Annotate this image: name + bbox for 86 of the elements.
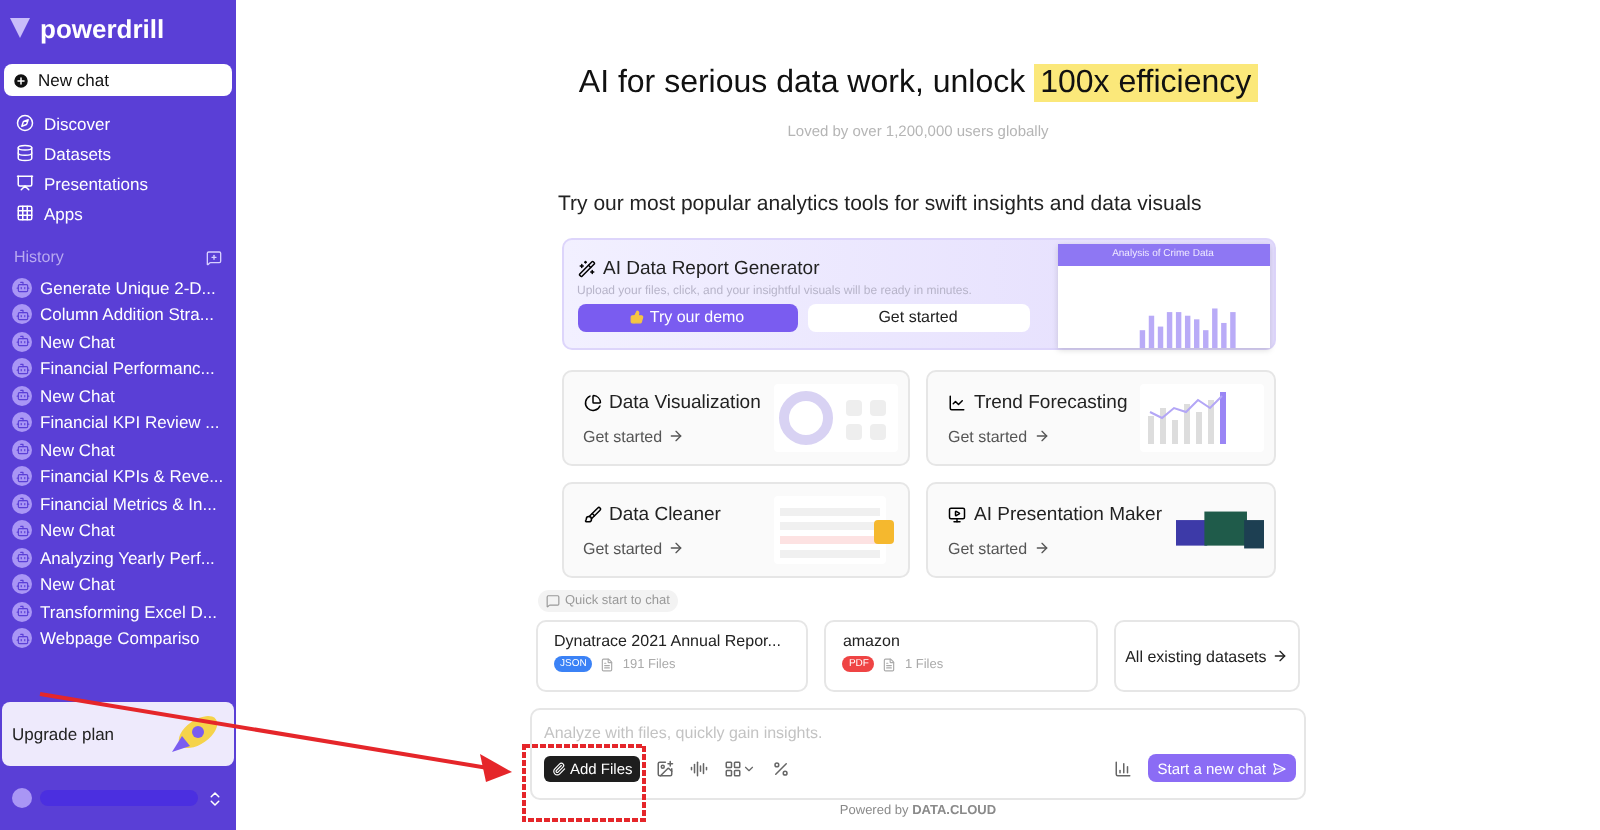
history-item[interactable]: Financial Metrics & In... bbox=[40, 493, 217, 514]
get-started-link[interactable]: Get started bbox=[583, 539, 721, 557]
nav-item[interactable]: Presentations bbox=[44, 173, 148, 193]
compass-icon bbox=[16, 114, 34, 132]
card-title: AI Presentation Maker bbox=[974, 503, 1162, 525]
presentation-icon bbox=[16, 174, 34, 192]
highlight-frame bbox=[522, 744, 646, 822]
user-avatar[interactable] bbox=[12, 788, 32, 808]
get-started-link[interactable]: Get started bbox=[583, 427, 761, 445]
card-title: Data Cleaner bbox=[609, 503, 721, 525]
paperclip-icon bbox=[552, 761, 566, 775]
bot-icon bbox=[12, 304, 32, 325]
history-item[interactable]: Generate Unique 2-D... bbox=[40, 277, 216, 298]
bot-icon bbox=[12, 331, 32, 352]
nav-item[interactable]: Discover bbox=[44, 113, 111, 133]
brush-icon bbox=[583, 505, 601, 523]
card-title: Trend Forecasting bbox=[974, 391, 1128, 413]
history-label: History bbox=[14, 248, 64, 266]
magic-wand-icon bbox=[577, 259, 595, 277]
bot-icon bbox=[12, 466, 32, 487]
get-started-button[interactable]: Get started bbox=[807, 303, 1029, 331]
history-item[interactable]: New Chat bbox=[40, 385, 115, 406]
thumbs-up-icon bbox=[629, 310, 644, 324]
history-item[interactable]: Financial KPI Review ... bbox=[40, 412, 220, 433]
dataset-name: Dynatrace 2021 Annual Repor... bbox=[554, 632, 783, 650]
all-datasets-link[interactable]: All existing datasets bbox=[1113, 620, 1300, 692]
tool-card[interactable]: Data Visualization Get started bbox=[561, 370, 910, 466]
bot-icon bbox=[12, 439, 32, 460]
history-item[interactable]: New Chat bbox=[40, 520, 115, 541]
history-item[interactable]: Column Addition Stra... bbox=[40, 304, 214, 325]
history-item[interactable]: Financial KPIs & Reve... bbox=[40, 466, 224, 487]
bot-icon bbox=[12, 385, 32, 406]
app-logo: powerdrill bbox=[40, 13, 165, 43]
chat-bubble-icon bbox=[545, 594, 559, 608]
card-title: AI Data Report Generator bbox=[603, 257, 820, 279]
arrow-right-icon bbox=[1033, 540, 1050, 556]
plus-icon bbox=[12, 71, 30, 89]
grid-dropdown-icon[interactable] bbox=[724, 759, 757, 777]
history-item[interactable]: New Chat bbox=[40, 439, 115, 460]
image-upload-icon[interactable] bbox=[656, 759, 675, 777]
history-item[interactable]: Analyzing Yearly Perf... bbox=[40, 547, 215, 568]
bot-icon bbox=[12, 277, 32, 298]
bot-icon bbox=[12, 493, 32, 514]
arrow-right-icon bbox=[1272, 648, 1289, 664]
get-started-link[interactable]: Get started bbox=[948, 539, 1162, 557]
bot-icon bbox=[12, 547, 32, 568]
percent-icon[interactable] bbox=[772, 759, 791, 777]
dataset-name: amazon bbox=[842, 632, 902, 650]
line-chart-icon bbox=[948, 393, 966, 411]
bot-icon bbox=[12, 628, 32, 649]
arrow-right-icon bbox=[668, 428, 685, 444]
pie-chart-icon bbox=[583, 393, 601, 411]
nav-item[interactable]: Datasets bbox=[44, 143, 112, 163]
logo-icon bbox=[8, 16, 32, 40]
nav-item[interactable]: Apps bbox=[44, 203, 83, 223]
history-item[interactable]: New Chat bbox=[40, 331, 115, 352]
bot-icon bbox=[12, 520, 32, 541]
history-item[interactable]: Webpage Compariso bbox=[40, 628, 200, 649]
database-icon bbox=[16, 144, 34, 162]
bot-icon bbox=[12, 412, 32, 433]
card-title: Data Visualization bbox=[609, 391, 761, 413]
history-item[interactable]: New Chat bbox=[40, 574, 115, 595]
section-title: Try our most popular analytics tools for swift insights and data visuals bbox=[558, 192, 1204, 216]
audio-icon[interactable] bbox=[690, 759, 709, 777]
bot-icon bbox=[12, 574, 32, 595]
tool-card[interactable]: AI Presentation Maker Get started bbox=[926, 482, 1275, 578]
get-started-link[interactable]: Get started bbox=[948, 427, 1128, 445]
headline: AI for serious data work, unlock 100x efficiency bbox=[578, 66, 1258, 102]
tool-card[interactable]: Trend Forecasting Get started bbox=[926, 370, 1275, 466]
try-demo-button[interactable]: Try our demo bbox=[577, 303, 797, 331]
file-icon bbox=[600, 657, 615, 671]
send-icon bbox=[1272, 761, 1286, 775]
history-item[interactable]: Transforming Excel D... bbox=[40, 601, 217, 622]
upgrade-plan-button[interactable]: Upgrade plan bbox=[2, 702, 234, 766]
arrow-right-icon bbox=[1033, 428, 1050, 444]
bot-icon bbox=[12, 601, 32, 622]
arrow-right-icon bbox=[668, 540, 685, 556]
grid-icon bbox=[16, 204, 34, 222]
chevron-updown-icon[interactable] bbox=[206, 789, 224, 807]
tool-card[interactable]: Data Cleaner Get started bbox=[561, 482, 910, 578]
monitor-icon bbox=[948, 505, 966, 523]
bot-icon bbox=[12, 358, 32, 379]
chart-icon[interactable] bbox=[1113, 759, 1132, 777]
history-item[interactable]: Financial Performanc... bbox=[40, 358, 215, 379]
file-icon bbox=[882, 657, 897, 671]
new-chat-button[interactable]: New chat bbox=[4, 64, 232, 96]
